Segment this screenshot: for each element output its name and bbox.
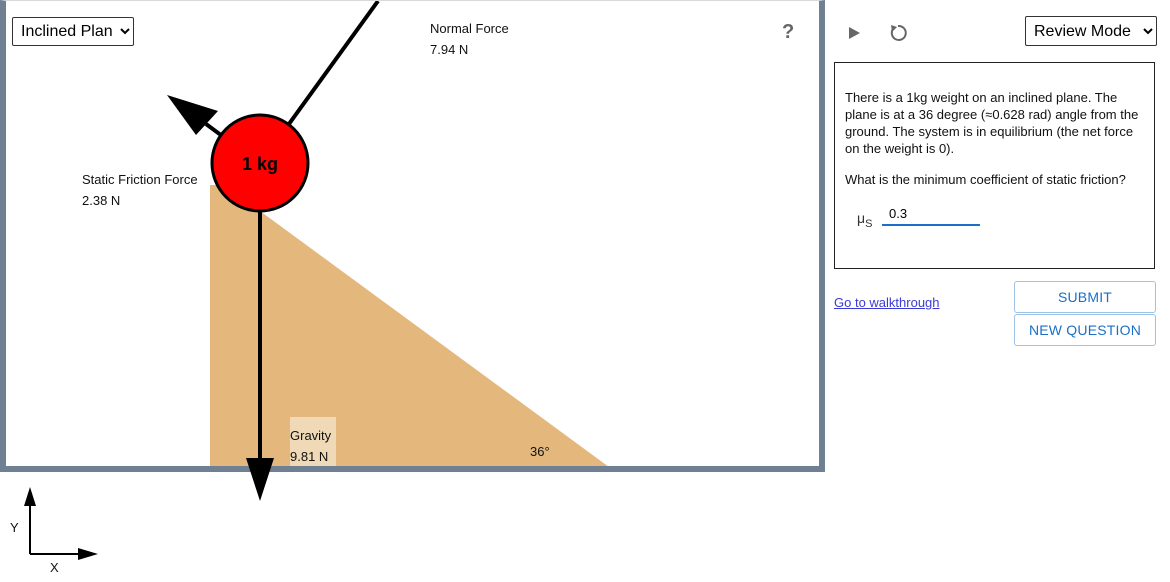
friction-force-value: 2.38 N (82, 193, 121, 208)
mode-select[interactable]: Review Mode (1025, 16, 1157, 46)
y-axis-arrowhead (24, 487, 36, 506)
angle-label: 36° (530, 444, 550, 459)
simulation-drawing: 1 kg 36° (167, 1, 608, 466)
normal-force-label: Normal Force 7.94 N (430, 18, 509, 60)
x-axis-label: X (50, 560, 59, 575)
gravity-force-value: 9.81 N (290, 449, 329, 464)
question-prompt: What is the minimum coefficient of stati… (845, 172, 1126, 187)
scene-select[interactable]: Inclined Plane (12, 17, 134, 46)
axes-indicator: Y X (0, 478, 110, 582)
friction-force-name: Static Friction Force (82, 172, 198, 187)
help-button[interactable]: ? (782, 21, 794, 44)
submit-button[interactable]: SUBMIT (1014, 281, 1156, 313)
normal-force-value: 7.94 N (430, 42, 469, 57)
y-axis-label: Y (10, 520, 19, 535)
answer-input[interactable] (882, 202, 980, 226)
simulation-canvas: 1 kg 36° Inclined Plane Normal Force 7.9… (0, 0, 825, 472)
play-icon[interactable] (846, 25, 862, 41)
weight-label: 1 kg (242, 154, 278, 174)
gravity-force-label: Gravity 9.81 N (290, 425, 332, 466)
right-panel: Review Mode There is a 1kg weight on an … (826, 0, 1170, 577)
new-question-button[interactable]: NEW QUESTION (1014, 314, 1156, 346)
answer-row: μS (845, 202, 1144, 232)
walkthrough-link[interactable]: Go to walkthrough (834, 295, 940, 310)
friction-force-label: Static Friction Force 2.38 N (82, 169, 198, 211)
normal-force-name: Normal Force (430, 21, 509, 36)
x-axis-arrowhead (78, 548, 98, 560)
answer-label: μS (857, 210, 873, 230)
reset-icon[interactable] (888, 23, 908, 43)
question-text: There is a 1kg weight on an inclined pla… (845, 90, 1139, 156)
incline-plane (210, 211, 608, 466)
question-card: There is a 1kg weight on an inclined pla… (834, 62, 1155, 269)
gravity-force-name: Gravity (290, 428, 332, 443)
